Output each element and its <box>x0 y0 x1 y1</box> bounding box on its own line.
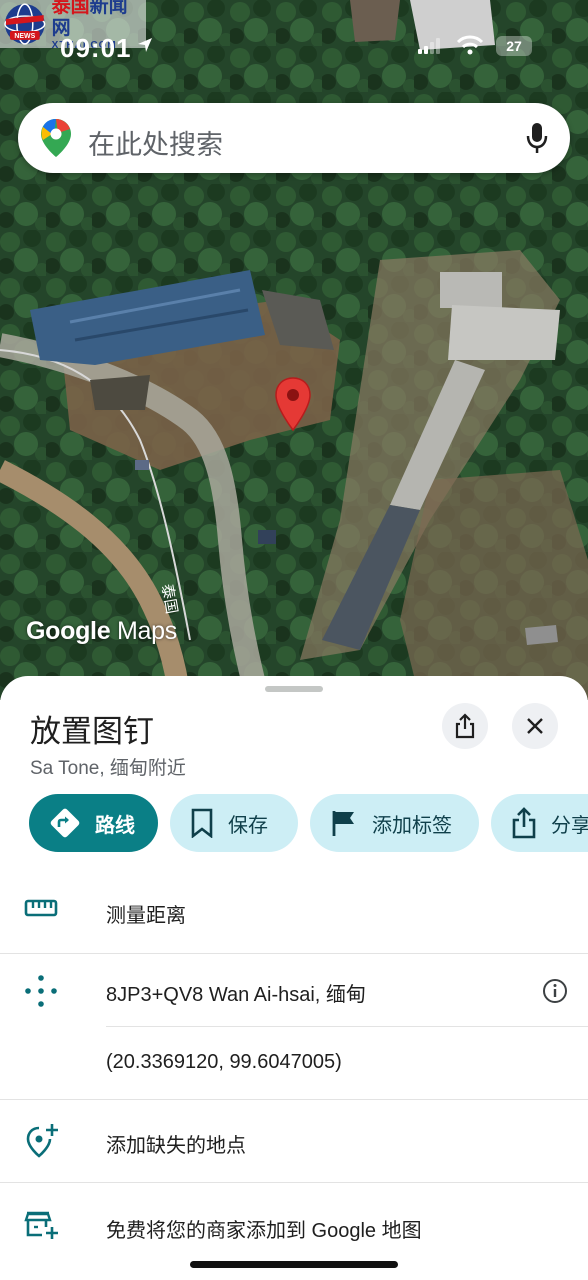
google-maps-pin-icon <box>41 119 71 157</box>
add-business-label: 免费将您的商家添加到 Google 地图 <box>106 1220 422 1242</box>
add-location-icon <box>26 1124 58 1158</box>
directions-button[interactable]: 路线 <box>29 794 158 852</box>
save-button[interactable]: 保存 <box>170 794 298 852</box>
info-icon[interactable] <box>542 978 568 1004</box>
location-arrow-icon <box>138 38 152 52</box>
place-bottom-sheet[interactable]: 放置图钉 Sa Tone, 缅甸附近 路线 保存 添加标签 分享 测量距离 8J… <box>0 676 588 1280</box>
share-icon <box>455 713 475 739</box>
add-business-icon <box>24 1211 58 1239</box>
directions-icon <box>50 808 80 838</box>
place-title: 放置图钉 <box>30 714 154 749</box>
flag-icon <box>332 811 354 836</box>
plus-code-icon <box>25 975 57 1007</box>
search-bar[interactable]: 在此处搜索 <box>18 103 570 173</box>
search-placeholder[interactable]: 在此处搜索 <box>88 123 223 162</box>
coordinates-text[interactable]: (20.3369120, 99.6047005) <box>106 1051 342 1074</box>
dropped-pin-icon[interactable] <box>274 376 312 432</box>
satellite-map[interactable]: 泰国 NEWS 泰国新闻网 XTHAI.COM 09:01 27 在此处搜索 G… <box>0 0 588 700</box>
bookmark-icon <box>191 808 213 838</box>
sheet-drag-handle[interactable] <box>265 686 323 692</box>
add-business-row[interactable]: 免费将您的商家添加到 Google 地图 <box>0 1183 588 1265</box>
google-maps-attribution: Google Maps <box>26 617 177 645</box>
wifi-icon <box>456 35 484 55</box>
share-chip-button[interactable]: 分享 <box>491 794 588 852</box>
share-button[interactable] <box>442 703 488 749</box>
microphone-icon[interactable] <box>526 122 548 154</box>
place-subtitle: Sa Tone, 缅甸附近 <box>30 758 186 779</box>
home-indicator[interactable] <box>190 1261 398 1268</box>
measure-distance-label: 测量距离 <box>106 905 186 927</box>
add-missing-place-label: 添加缺失的地点 <box>106 1135 246 1157</box>
measure-distance-row[interactable]: 测量距离 <box>0 874 588 952</box>
coordinates-row[interactable]: (20.3369120, 99.6047005) <box>0 1027 588 1099</box>
close-button[interactable] <box>512 703 558 749</box>
action-chips: 路线 保存 添加标签 分享 <box>0 794 588 854</box>
close-icon <box>527 718 543 734</box>
battery-level: 27 <box>496 36 532 56</box>
add-missing-place-row[interactable]: 添加缺失的地点 <box>0 1100 588 1182</box>
cellular-signal-icon <box>418 38 440 54</box>
plus-code-text[interactable]: 8JP3+QV8 Wan Ai-hsai, 缅甸 <box>106 978 366 1007</box>
status-time: 09:01 <box>60 33 132 63</box>
ruler-icon <box>24 899 58 917</box>
status-bar: 09:01 27 <box>0 0 588 70</box>
add-label-button[interactable]: 添加标签 <box>310 794 479 852</box>
share-icon <box>512 807 536 839</box>
plus-code-row[interactable]: 8JP3+QV8 Wan Ai-hsai, 缅甸 <box>0 954 588 1026</box>
